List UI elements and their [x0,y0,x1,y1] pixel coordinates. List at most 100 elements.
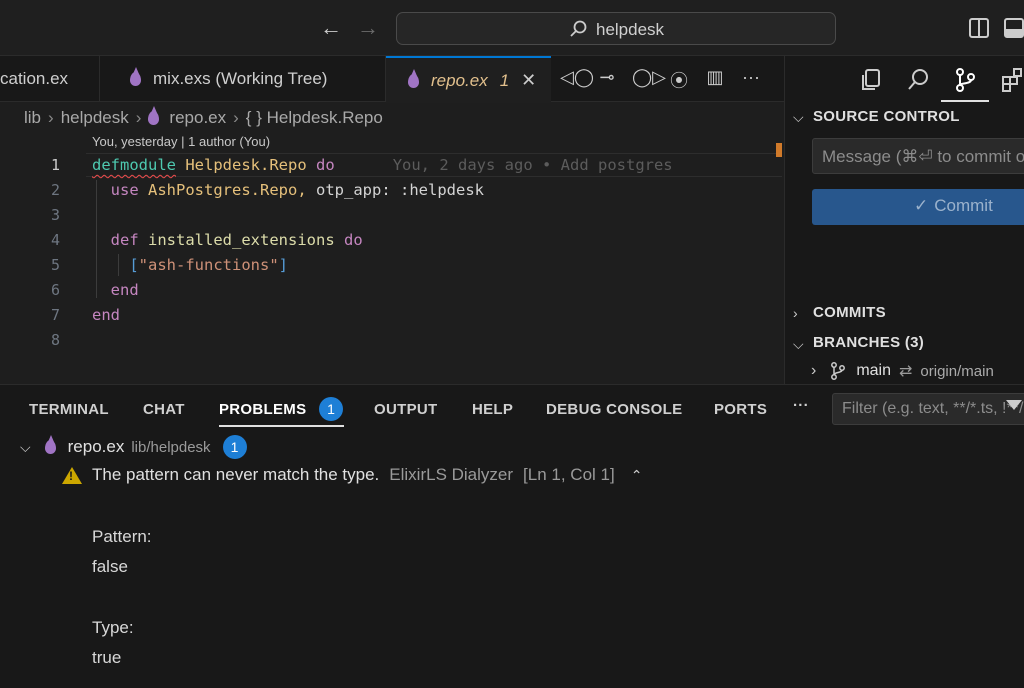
check-icon: ✓ [914,196,929,215]
tab-output[interactable]: OUTPUT [374,401,437,418]
tab-help[interactable]: HELP [472,401,513,418]
go-back-change-icon[interactable]: ◁◯ [560,67,594,93]
line-number: 5 [50,256,60,274]
source-control-sidebar: ⌵ SOURCE CONTROL Message (⌘⏎ to commit o… [784,56,1024,386]
arrow-right-icon[interactable]: → [357,17,379,39]
problem-item[interactable]: The pattern can never match the type. El… [62,465,642,485]
git-codelens[interactable]: You, yesterday | 1 author (You) [92,134,270,149]
problem-source: ElixirLS Dialyzer [389,465,514,484]
command-center-label: helpdesk [596,20,665,39]
code-editor[interactable]: defmodule Helpdesk.Repo do You, 2 days ag… [92,153,673,353]
bottom-panel: TERMINAL CHAT PROBLEMS 1 OUTPUT HELP DEB… [0,384,1024,688]
overview-ruler-warning-marker [776,143,782,157]
git-branch-icon [831,362,846,380]
chevron-down-icon[interactable]: ⌵ [20,439,31,456]
branch-item[interactable]: › main ⇄ origin/main [811,361,994,381]
breadcrumb-symbol[interactable]: { } Helpdesk.Repo [246,108,383,128]
tab-terminal[interactable]: TERMINAL [29,401,109,418]
line-number: 6 [50,281,60,299]
chevron-right-icon: › [135,108,142,127]
more-actions-icon[interactable]: ··· [740,67,762,93]
tab-problem-count: 1 [499,70,510,90]
line-number: 4 [50,231,60,249]
chevron-up-icon[interactable]: ⌃ [631,467,643,484]
tab-mix-exs[interactable]: mix.exs (Working Tree) [100,56,386,102]
close-icon[interactable]: ✕ [521,70,536,91]
problem-detail-line: Type: [92,618,134,637]
problem-location: [Ln 1, Col 1] [523,465,615,484]
arrow-left-icon[interactable]: ← [320,17,342,39]
elixir-file-icon [44,435,56,454]
elixir-file-icon [148,106,160,125]
warning-icon [62,466,82,484]
explorer-icon[interactable] [857,66,885,94]
tab-problems[interactable]: PROBLEMS [219,401,306,418]
chevron-right-icon: › [48,108,54,127]
commit-button[interactable]: ✓ Commit [812,189,1024,225]
source-control-title[interactable]: SOURCE CONTROL [813,108,960,125]
chevron-right-icon: › [233,108,239,127]
tab-label: cation.ex [0,69,69,88]
commits-section-title[interactable]: COMMITS [813,304,886,321]
active-view-indicator [941,100,989,102]
line-number-gutter: 1 2 3 4 5 6 7 8 [0,153,60,353]
tab-ports[interactable]: PORTS [714,401,767,418]
source-control-icon[interactable] [951,66,979,94]
code-line: end [92,306,120,324]
tab-label: mix.exs (Working Tree) [153,69,328,88]
breadcrumb-file[interactable]: repo.ex [169,108,226,128]
code-line: ["ash-functions"] [129,256,288,274]
elixir-file-icon [130,67,141,86]
inline-blame: You, 2 days ago • Add postgres [392,156,673,174]
search-icon[interactable] [905,66,933,94]
command-center[interactable]: helpdesk [396,12,836,45]
chevron-right-icon[interactable]: › [793,305,798,321]
code-line: defmodule Helpdesk.Repo do You, 2 days ag… [92,156,673,174]
line-number: 3 [50,206,60,224]
problem-detail-line: true [92,648,122,667]
branch-remote: origin/main [920,362,994,380]
code-line: end [110,281,139,299]
chevron-down-icon[interactable]: ⌵ [793,336,804,353]
chevron-right-icon[interactable]: › [811,362,816,380]
line-number: 1 [50,156,60,174]
tab-debug-console[interactable]: DEBUG CONSOLE [546,401,682,418]
breadcrumb-lib[interactable]: lib [24,108,41,128]
elixir-file-icon [408,68,419,88]
code-line: def installed_extensions do [110,231,363,249]
toggle-panel-icon[interactable] [1004,18,1024,38]
search-icon [570,20,587,37]
git-graph-icon[interactable]: ⦿ [668,67,690,93]
filter-icon[interactable] [1006,400,1022,410]
problems-filter-input[interactable]: Filter (e.g. text, **/*.ts, !**/node_mod… [832,393,1024,425]
split-editor-icon[interactable]: ▥ [704,67,726,93]
tab-chat[interactable]: CHAT [143,401,185,418]
editor-actions: ◁◯ ⊸ ◯▷ ⦿ ▥ ··· [560,67,762,93]
breadcrumb: lib › helpdesk › repo.ex › { } Helpdesk.… [24,106,383,128]
tab-repo-ex[interactable]: repo.ex 1 ✕ [386,56,551,103]
sync-icon: ⇄ [899,363,913,380]
chevron-down-icon[interactable]: ⌵ [793,109,804,126]
toggle-primary-sidebar-icon[interactable] [969,18,989,38]
problem-message: The pattern can never match the type. [92,465,380,484]
timeline-icon[interactable]: ⊸ [596,67,618,93]
breadcrumb-helpdesk[interactable]: helpdesk [61,108,129,128]
problem-detail-line: false [92,557,128,576]
more-icon[interactable]: ··· [793,397,809,414]
problem-file-row[interactable]: ⌵ repo.ex lib/helpdesk 1 [20,435,247,459]
tab-application-ex[interactable]: cation.ex [0,56,100,102]
go-forward-change-icon[interactable]: ◯▷ [632,67,666,93]
title-bar: ← → helpdesk [0,0,1024,56]
problem-detail-line: Pattern: [92,527,152,546]
line-number: 7 [50,306,60,324]
branches-section-title[interactable]: BRANCHES (3) [813,334,924,351]
line-number: 8 [50,331,60,349]
branch-name: main [856,362,892,379]
active-panel-tab-indicator [219,425,344,427]
line-number: 2 [50,181,60,199]
commit-message-input[interactable]: Message (⌘⏎ to commit on 'main') [812,138,1024,174]
extensions-icon[interactable] [999,66,1024,94]
tab-label: repo.ex [431,70,488,90]
